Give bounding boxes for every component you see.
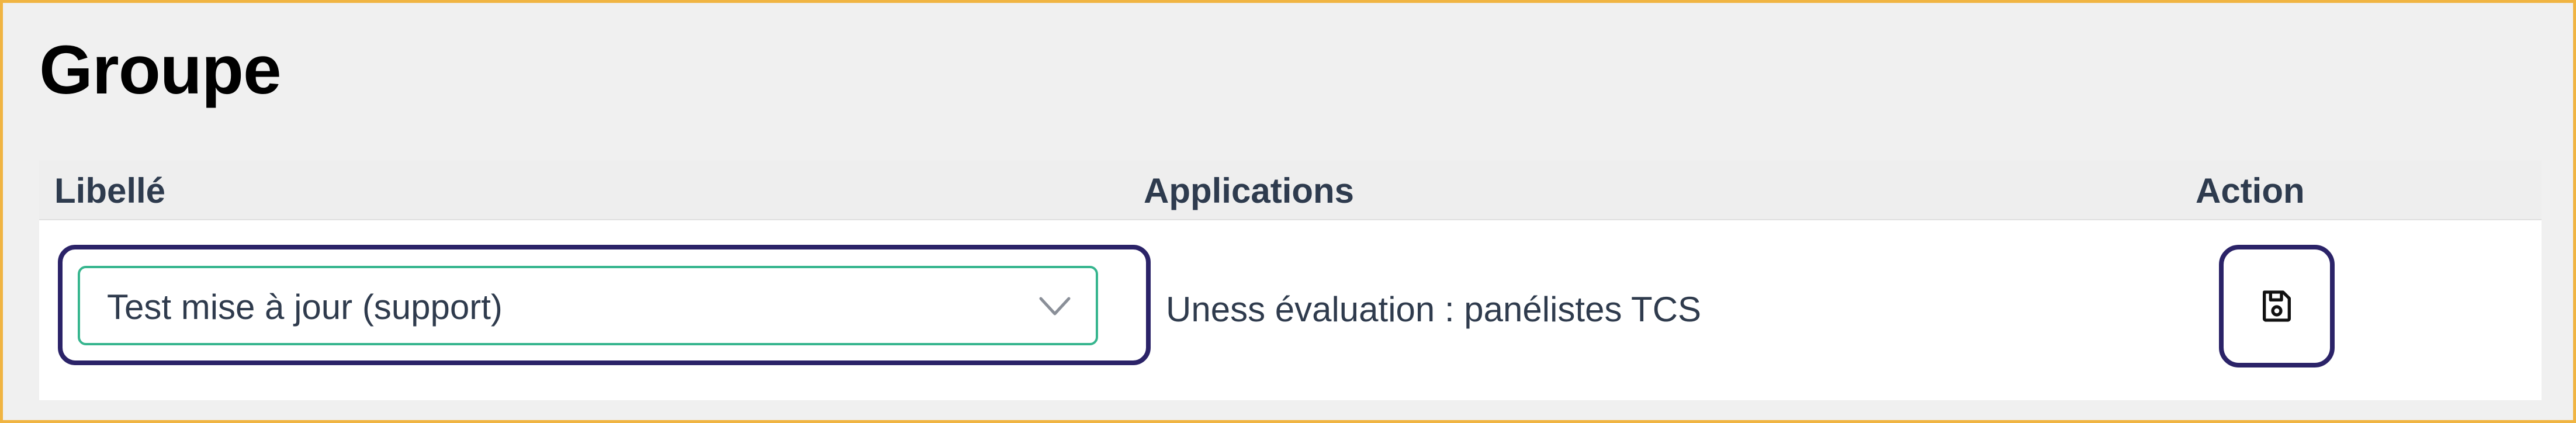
label-select-value: Test mise à jour (support) <box>107 287 503 327</box>
table-header: Libellé Applications Action <box>39 161 2542 220</box>
column-header-applications: Applications <box>1144 171 1355 210</box>
applications-cell: Uness évaluation : panélistes TCS <box>1166 290 1702 329</box>
page-frame: Groupe Libellé Applications Action Test … <box>0 0 2576 423</box>
chevron-down-icon <box>1039 297 1071 315</box>
page-title: Groupe <box>39 32 282 109</box>
table-row: Test mise à jour (support) Uness évaluat… <box>39 220 2542 400</box>
save-button[interactable] <box>2219 245 2335 367</box>
column-header-label: Libellé <box>54 171 166 210</box>
label-select-focus-ring: Test mise à jour (support) <box>58 245 1151 365</box>
label-select[interactable]: Test mise à jour (support) <box>78 266 1098 345</box>
column-header-action: Action <box>2196 171 2305 210</box>
save-icon <box>2263 290 2291 322</box>
groups-table: Libellé Applications Action Test mise à … <box>39 161 2542 400</box>
